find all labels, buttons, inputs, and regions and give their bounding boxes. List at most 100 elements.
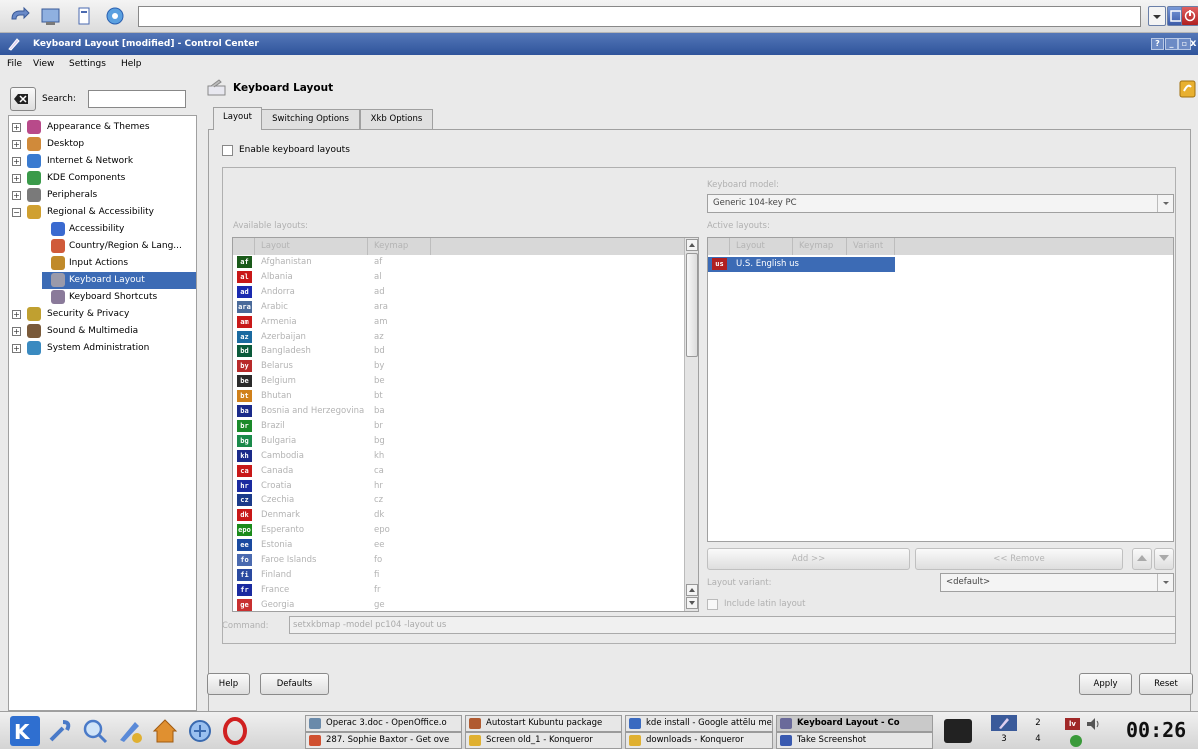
- layout-row[interactable]: ca Canada ca: [233, 464, 681, 479]
- home-icon[interactable]: [150, 716, 180, 746]
- update-notifier-icon[interactable]: [1070, 735, 1082, 747]
- header-layout[interactable]: Layout: [255, 238, 368, 255]
- tree-item-security-privacy[interactable]: + Security & Privacy: [9, 306, 196, 323]
- tree-item-input-actions[interactable]: Input Actions: [9, 255, 196, 272]
- available-layouts-list[interactable]: Layout Keymap af Afghanistan af al Albania al…: [232, 237, 699, 612]
- close-icon[interactable]: x: [1190, 33, 1196, 55]
- layout-row[interactable]: af Afghanistan af: [233, 255, 681, 270]
- layout-row[interactable]: by Belarus by: [233, 359, 681, 374]
- search-input[interactable]: [88, 90, 186, 108]
- layout-row[interactable]: fo Faroe Islands fo: [233, 553, 681, 568]
- layout-row[interactable]: ad Andorra ad: [233, 285, 681, 300]
- enable-layouts-checkbox[interactable]: [222, 145, 233, 156]
- reset-button[interactable]: Reset: [1139, 673, 1193, 695]
- tree-item-appearance-themes[interactable]: + Appearance & Themes: [9, 119, 196, 136]
- include-latin-checkbox[interactable]: [707, 599, 718, 610]
- active-layout-row[interactable]: us U.S. English us: [708, 257, 895, 272]
- defaults-button[interactable]: Defaults: [260, 673, 329, 695]
- taskbar-task[interactable]: Keyboard Layout - Co: [776, 715, 933, 732]
- taskbar-task[interactable]: Screen old_1 - Konqueror: [465, 732, 622, 749]
- keyboard-indicator-icon[interactable]: lv: [1065, 718, 1080, 730]
- settings-icon[interactable]: [104, 5, 126, 27]
- tab-layout[interactable]: Layout: [213, 107, 262, 130]
- available-scrollbar[interactable]: [684, 238, 698, 611]
- layout-row[interactable]: fr France fr: [233, 583, 681, 598]
- layout-row[interactable]: fi Finland fi: [233, 568, 681, 583]
- tree-item-system-administration[interactable]: + System Administration: [9, 340, 196, 357]
- expand-icon[interactable]: +: [12, 327, 21, 336]
- collapse-icon[interactable]: −: [12, 208, 21, 217]
- active-header-variant[interactable]: Variant: [847, 238, 895, 255]
- tree-item-desktop[interactable]: + Desktop: [9, 136, 196, 153]
- header-keymap[interactable]: Keymap: [368, 238, 431, 255]
- address-bar[interactable]: [138, 6, 1141, 27]
- layout-row[interactable]: br Brazil br: [233, 419, 681, 434]
- add-button[interactable]: Add >>: [707, 548, 910, 570]
- layout-row[interactable]: bg Bulgaria bg: [233, 434, 681, 449]
- tree-item-accessibility[interactable]: Accessibility: [9, 221, 196, 238]
- konqueror-icon[interactable]: [185, 716, 215, 746]
- keyboard-model-select[interactable]: Generic 104-key PC: [707, 194, 1174, 213]
- layout-row[interactable]: bt Bhutan bt: [233, 389, 681, 404]
- layout-row[interactable]: al Albania al: [233, 270, 681, 285]
- layout-row[interactable]: be Belgium be: [233, 374, 681, 389]
- active-header-layout[interactable]: Layout: [730, 238, 793, 255]
- volume-icon[interactable]: [1085, 716, 1101, 732]
- logout-icon[interactable]: [1181, 6, 1198, 26]
- layout-row[interactable]: ge Georgia ge: [233, 598, 681, 611]
- layout-row[interactable]: ee Estonia ee: [233, 538, 681, 553]
- window-titlebar[interactable]: Keyboard Layout [modified] - Control Cen…: [0, 33, 1198, 55]
- opera-icon[interactable]: [220, 716, 250, 746]
- move-down-button[interactable]: [1154, 548, 1174, 570]
- remove-button[interactable]: << Remove: [915, 548, 1123, 570]
- kde-menu-icon[interactable]: K: [10, 716, 40, 746]
- tree-item-kde-components[interactable]: + KDE Components: [9, 170, 196, 187]
- active-header-keymap[interactable]: Keymap: [793, 238, 847, 255]
- tree-item-peripherals[interactable]: + Peripherals: [9, 187, 196, 204]
- layout-row[interactable]: kh Cambodia kh: [233, 449, 681, 464]
- taskbar-task[interactable]: kde install - Google attēlu me: [625, 715, 773, 732]
- module-tree[interactable]: + Appearance & Themes + Desktop + Internet & …: [8, 115, 197, 711]
- help-window-button[interactable]: ?: [1151, 38, 1164, 50]
- control-center-icon[interactable]: [115, 716, 145, 746]
- layout-row[interactable]: cz Czechia cz: [233, 493, 681, 508]
- terminal-icon[interactable]: [944, 719, 972, 743]
- tree-item-keyboard-layout[interactable]: Keyboard Layout: [42, 272, 196, 289]
- menu-help[interactable]: Help: [121, 59, 142, 69]
- expand-icon[interactable]: +: [12, 310, 21, 319]
- taskbar-task[interactable]: Take Screenshot: [776, 732, 933, 749]
- layout-row[interactable]: az Azerbaijan az: [233, 330, 681, 345]
- clear-search-button[interactable]: [10, 87, 36, 111]
- layout-row[interactable]: epo Esperanto epo: [233, 523, 681, 538]
- dropdown-arrow-icon[interactable]: [1148, 6, 1166, 26]
- menu-file[interactable]: File: [7, 59, 22, 69]
- expand-icon[interactable]: +: [12, 123, 21, 132]
- menu-view[interactable]: View: [33, 59, 54, 69]
- back-arrow-icon[interactable]: [8, 5, 30, 27]
- layout-variant-select[interactable]: <default>: [940, 573, 1174, 592]
- clock[interactable]: 00:26: [1126, 718, 1186, 742]
- layout-row[interactable]: hr Croatia hr: [233, 479, 681, 494]
- expand-icon[interactable]: +: [12, 157, 21, 166]
- expand-icon[interactable]: +: [12, 191, 21, 200]
- scroll-up-arrow-icon-bottom[interactable]: [686, 584, 698, 596]
- layout-row[interactable]: ara Arabic ara: [233, 300, 681, 315]
- layout-row[interactable]: dk Denmark dk: [233, 508, 681, 523]
- taskbar-task[interactable]: Autostart Kubuntu package: [465, 715, 622, 732]
- layout-row[interactable]: bd Bangladesh bd: [233, 344, 681, 359]
- active-layouts-list[interactable]: Layout Keymap Variant us U.S. English us: [707, 237, 1174, 542]
- desktop-icon[interactable]: [40, 5, 62, 27]
- tree-item-sound-multimedia[interactable]: + Sound & Multimedia: [9, 323, 196, 340]
- minimize-button[interactable]: _: [1165, 38, 1178, 50]
- document-icon[interactable]: [73, 5, 95, 27]
- apply-button[interactable]: Apply: [1079, 673, 1132, 695]
- help-button[interactable]: Help: [207, 673, 250, 695]
- pager-desktop-4[interactable]: 4: [1025, 731, 1051, 747]
- wrench-icon[interactable]: [45, 716, 75, 746]
- tree-item-internet-network[interactable]: + Internet & Network: [9, 153, 196, 170]
- taskbar-task[interactable]: Operac 3.doc - OpenOffice.o: [305, 715, 462, 732]
- expand-icon[interactable]: +: [12, 174, 21, 183]
- tab-xkb-options[interactable]: Xkb Options: [360, 109, 433, 130]
- pager-desktop-2[interactable]: 2: [1025, 715, 1051, 731]
- taskbar-task[interactable]: downloads - Konqueror: [625, 732, 773, 749]
